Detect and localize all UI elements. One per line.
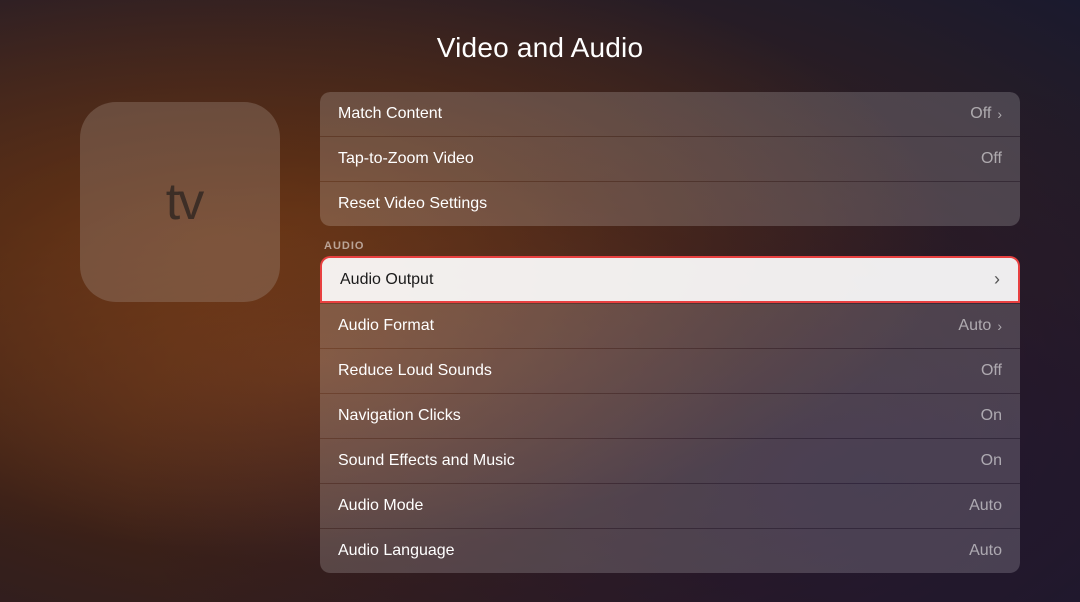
chevron-icon: ›: [997, 106, 1002, 122]
setting-label-reduce-loud: Reduce Loud Sounds: [338, 362, 492, 380]
setting-label-tap-to-zoom: Tap-to-Zoom Video: [338, 150, 474, 168]
setting-label-audio-language: Audio Language: [338, 542, 455, 560]
tv-text: tv: [166, 172, 202, 232]
video-settings-group: Match Content Off › Tap-to-Zoom Video Of…: [320, 92, 1020, 226]
setting-value-audio-output: ›: [992, 269, 1000, 290]
setting-value-audio-language: Auto: [969, 542, 1002, 560]
chevron-icon-audio-output: ›: [994, 269, 1000, 290]
setting-row-sound-effects[interactable]: Sound Effects and Music On: [320, 439, 1020, 483]
audio-section-label: AUDIO: [324, 240, 1020, 252]
setting-row-audio-output[interactable]: Audio Output ›: [320, 256, 1020, 303]
audio-settings-group: Audio Output › Audio Format Auto › Reduc…: [320, 256, 1020, 573]
setting-value-reduce-loud: Off: [981, 362, 1002, 380]
setting-label-sound-effects: Sound Effects and Music: [338, 452, 515, 470]
settings-panel: Match Content Off › Tap-to-Zoom Video Of…: [320, 92, 1020, 575]
setting-label-audio-format: Audio Format: [338, 317, 434, 335]
setting-row-audio-language[interactable]: Audio Language Auto: [320, 529, 1020, 573]
setting-label-audio-mode: Audio Mode: [338, 497, 423, 515]
setting-label-audio-output: Audio Output: [340, 271, 433, 289]
setting-row-match-content[interactable]: Match Content Off ›: [320, 92, 1020, 136]
setting-value-nav-clicks: On: [981, 407, 1002, 425]
setting-label-nav-clicks: Navigation Clicks: [338, 407, 461, 425]
setting-row-reset-video[interactable]: Reset Video Settings: [320, 182, 1020, 226]
setting-value-sound-effects: On: [981, 452, 1002, 470]
setting-row-reduce-loud[interactable]: Reduce Loud Sounds Off: [320, 349, 1020, 393]
setting-value-audio-format: Auto ›: [958, 317, 1002, 335]
setting-label-reset-video: Reset Video Settings: [338, 195, 487, 213]
setting-label-match-content: Match Content: [338, 105, 442, 123]
setting-value-audio-mode: Auto: [969, 497, 1002, 515]
setting-value-match-content: Off ›: [970, 105, 1002, 123]
setting-row-nav-clicks[interactable]: Navigation Clicks On: [320, 394, 1020, 438]
setting-row-audio-mode[interactable]: Audio Mode Auto: [320, 484, 1020, 528]
setting-value-tap-to-zoom: Off: [981, 150, 1002, 168]
chevron-icon-audio-format: ›: [997, 318, 1002, 334]
setting-row-audio-format[interactable]: Audio Format Auto ›: [320, 304, 1020, 348]
page-title: Video and Audio: [437, 32, 643, 64]
apple-tv-logo: tv: [80, 102, 280, 302]
setting-row-tap-to-zoom[interactable]: Tap-to-Zoom Video Off: [320, 137, 1020, 181]
